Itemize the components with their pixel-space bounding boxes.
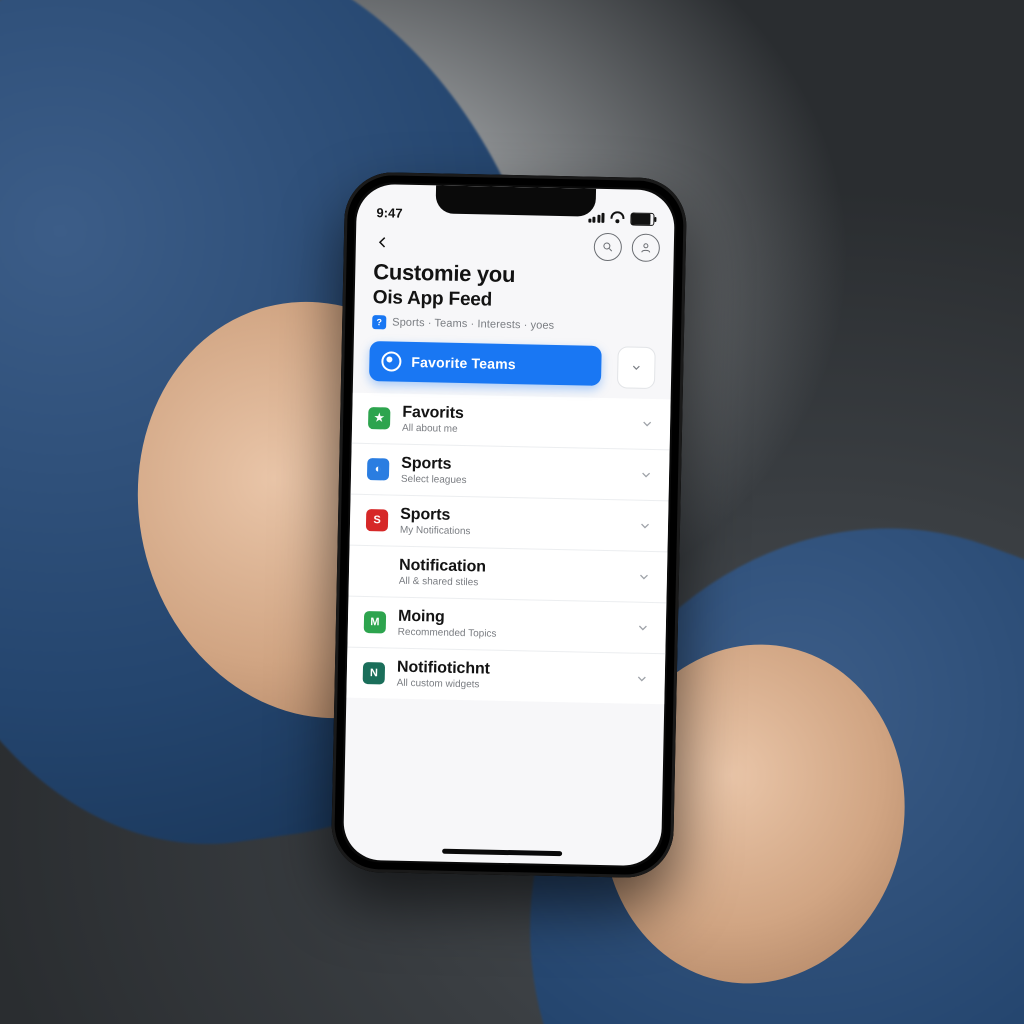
chevron-down-icon <box>635 671 649 685</box>
home-indicator[interactable] <box>442 849 562 857</box>
list-item[interactable]: ★ FavoritsAll about me <box>352 392 671 449</box>
chevron-down-icon <box>636 620 650 634</box>
wifi-icon <box>610 211 624 225</box>
nav-bar <box>356 220 675 265</box>
battery-icon <box>630 212 654 225</box>
list-item-body: SportsSelect leagues <box>401 454 628 489</box>
chevron-down-icon <box>638 518 652 532</box>
list-item-body: MoingRecommended Topics <box>398 607 625 642</box>
list-item[interactable]: S SportsMy Notifications <box>350 493 669 551</box>
cta-label: Favorite Teams <box>411 354 516 372</box>
cta-expand-button[interactable] <box>617 346 656 389</box>
list-item-body: FavoritsAll about me <box>402 403 629 438</box>
phone-notch <box>436 185 597 216</box>
status-indicators <box>588 211 655 226</box>
cta-row: Favorite Teams <box>353 328 672 397</box>
nav-actions <box>594 233 661 262</box>
phone-frame: 9:47 <box>331 171 688 878</box>
status-time: 9:47 <box>376 205 402 221</box>
info-badge-icon: ? <box>372 315 386 329</box>
chevron-left-icon <box>376 235 390 249</box>
favorite-teams-button[interactable]: Favorite Teams <box>369 341 602 386</box>
list-item-icon <box>365 560 387 582</box>
list-item[interactable]: N NotifiotichntAll custom widgets <box>346 646 665 704</box>
chevron-down-icon <box>630 361 642 373</box>
list-item-icon: M <box>364 611 386 633</box>
target-icon <box>381 351 401 371</box>
profile-button[interactable] <box>632 234 661 263</box>
chevron-down-icon <box>637 569 651 583</box>
list-item-body: NotifiotichntAll custom widgets <box>397 658 624 693</box>
scene: 9:47 <box>0 0 1024 1024</box>
list-item[interactable]: NotificationAll & shared stiles <box>348 544 667 602</box>
search-icon <box>602 241 614 253</box>
list-item[interactable]: ◐ SportsSelect leagues <box>351 442 670 500</box>
phone-screen: 9:47 <box>343 184 675 867</box>
chevron-down-icon <box>639 467 653 481</box>
signal-icon <box>588 213 605 223</box>
list-item-icon: N <box>363 662 385 684</box>
list-item[interactable]: M MoingRecommended Topics <box>347 595 666 653</box>
person-icon <box>640 242 652 254</box>
list-item-icon: S <box>366 509 388 531</box>
list-item-icon: ◐ <box>367 458 389 480</box>
settings-list: ★ FavoritsAll about me ◐ SportsSelect leagu… <box>346 390 670 704</box>
list-item-icon: ★ <box>368 407 390 429</box>
list-item-body: NotificationAll & shared stiles <box>399 556 626 591</box>
search-button[interactable] <box>594 233 623 262</box>
list-item-body: SportsMy Notifications <box>400 505 627 540</box>
chevron-down-icon <box>640 416 654 430</box>
back-button[interactable] <box>370 229 397 256</box>
